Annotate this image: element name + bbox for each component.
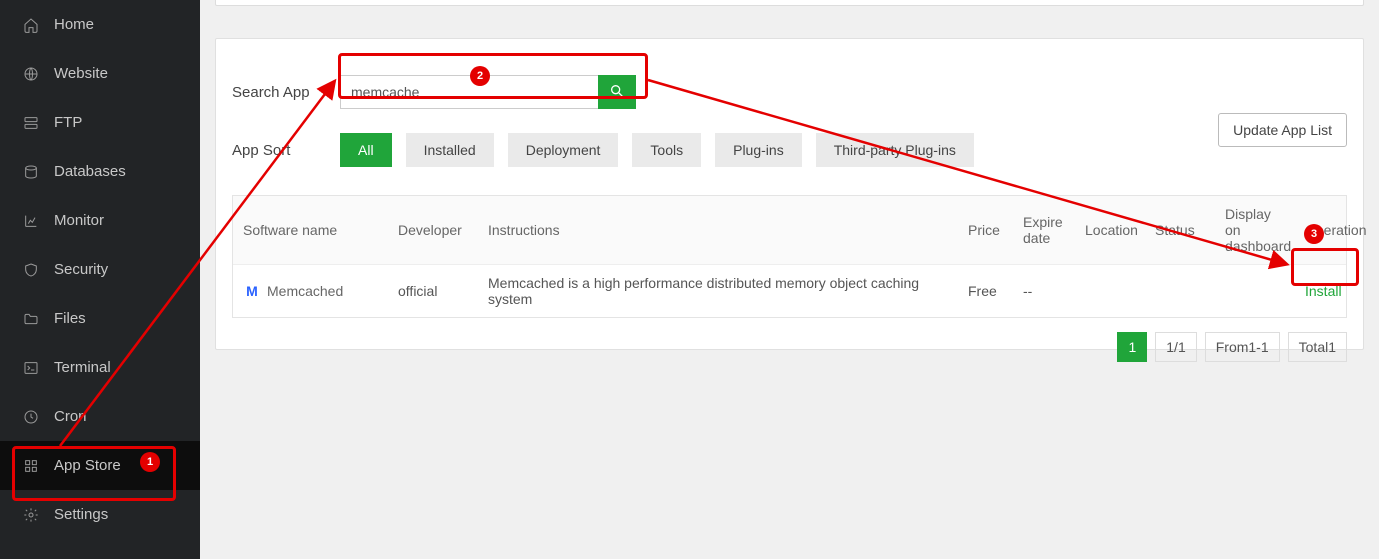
row-name-cell: M Memcached bbox=[233, 272, 388, 310]
install-link[interactable]: Install bbox=[1295, 273, 1363, 309]
th-op: Operation bbox=[1295, 212, 1363, 248]
search-input[interactable] bbox=[340, 75, 598, 109]
sidebar-item-databases[interactable]: Databases bbox=[0, 147, 200, 196]
row-dev: official bbox=[388, 273, 478, 309]
sidebar-item-label: Cron bbox=[54, 408, 87, 425]
sidebar-item-website[interactable]: Website bbox=[0, 49, 200, 98]
chart-icon bbox=[22, 212, 40, 230]
grid-icon bbox=[22, 457, 40, 475]
shield-icon bbox=[22, 261, 40, 279]
sidebar-item-monitor[interactable]: Monitor bbox=[0, 196, 200, 245]
app-icon: M bbox=[243, 282, 261, 300]
sort-btn-all[interactable]: All bbox=[340, 133, 392, 167]
th-status: Status bbox=[1145, 212, 1215, 248]
th-instr: Instructions bbox=[478, 212, 958, 248]
sidebar-item-label: Monitor bbox=[54, 212, 104, 229]
sort-btn-plugins[interactable]: Plug-ins bbox=[715, 133, 802, 167]
search-label: Search App bbox=[232, 84, 340, 101]
terminal-icon bbox=[22, 359, 40, 377]
search-button[interactable] bbox=[598, 75, 636, 109]
th-name: Software name bbox=[233, 212, 388, 248]
sidebar-item-label: Terminal bbox=[54, 359, 111, 376]
sidebar: Home Website FTP Databases Monitor Secur… bbox=[0, 0, 200, 559]
row-price: Free bbox=[958, 273, 1013, 309]
sidebar-item-label: Databases bbox=[54, 163, 126, 180]
row-dash bbox=[1215, 281, 1295, 301]
table-row: M Memcached official Memcached is a high… bbox=[233, 264, 1346, 317]
sort-row: App Sort All Installed Deployment Tools … bbox=[232, 133, 1347, 167]
page-current[interactable]: 1 bbox=[1117, 332, 1147, 362]
main-area: Search App App Sort All Installed Deploy… bbox=[200, 0, 1379, 559]
sidebar-item-security[interactable]: Security bbox=[0, 245, 200, 294]
row-name[interactable]: Memcached bbox=[267, 283, 343, 299]
row-instr: Memcached is a high performance distribu… bbox=[478, 265, 958, 317]
row-status bbox=[1145, 281, 1215, 301]
home-icon bbox=[22, 16, 40, 34]
sort-btn-thirdparty[interactable]: Third-party Plug-ins bbox=[816, 133, 974, 167]
panel: Search App App Sort All Installed Deploy… bbox=[215, 38, 1364, 350]
sort-btn-installed[interactable]: Installed bbox=[406, 133, 494, 167]
sort-label: App Sort bbox=[232, 142, 340, 159]
update-app-list-button[interactable]: Update App List bbox=[1218, 113, 1347, 147]
database-icon bbox=[22, 163, 40, 181]
sidebar-item-home[interactable]: Home bbox=[0, 0, 200, 49]
sidebar-item-label: App Store bbox=[54, 457, 121, 474]
th-dev: Developer bbox=[388, 212, 478, 248]
sidebar-item-label: Settings bbox=[54, 506, 108, 523]
app-table: Software name Developer Instructions Pri… bbox=[232, 195, 1347, 318]
sort-btn-deployment[interactable]: Deployment bbox=[508, 133, 619, 167]
sidebar-item-settings[interactable]: Settings bbox=[0, 490, 200, 539]
sidebar-item-files[interactable]: Files bbox=[0, 294, 200, 343]
sidebar-item-cron[interactable]: Cron bbox=[0, 392, 200, 441]
sidebar-item-label: Security bbox=[54, 261, 108, 278]
row-expire: -- bbox=[1013, 273, 1075, 309]
th-expire: Expire date bbox=[1013, 204, 1075, 256]
table-header: Software name Developer Instructions Pri… bbox=[233, 196, 1346, 264]
search-row: Search App bbox=[232, 75, 1347, 109]
row-loc bbox=[1075, 281, 1145, 301]
sidebar-item-label: Home bbox=[54, 16, 94, 33]
page-total: Total1 bbox=[1288, 332, 1347, 362]
th-loc: Location bbox=[1075, 212, 1145, 248]
th-dash: Display on dashboard bbox=[1215, 196, 1295, 264]
breadcrumb-card bbox=[215, 0, 1364, 6]
sidebar-item-label: Files bbox=[54, 310, 86, 327]
sort-btn-tools[interactable]: Tools bbox=[632, 133, 701, 167]
pager: 1 1/1 From1-1 Total1 bbox=[232, 332, 1347, 362]
clock-icon bbox=[22, 408, 40, 426]
sidebar-item-label: FTP bbox=[54, 114, 82, 131]
search-icon bbox=[609, 83, 625, 102]
folder-icon bbox=[22, 310, 40, 328]
sidebar-item-ftp[interactable]: FTP bbox=[0, 98, 200, 147]
server-icon bbox=[22, 114, 40, 132]
th-price: Price bbox=[958, 212, 1013, 248]
page-range: From1-1 bbox=[1205, 332, 1280, 362]
sidebar-item-label: Website bbox=[54, 65, 108, 82]
sidebar-item-appstore[interactable]: App Store bbox=[0, 441, 200, 490]
gear-icon bbox=[22, 506, 40, 524]
sidebar-item-terminal[interactable]: Terminal bbox=[0, 343, 200, 392]
page-total-pages: 1/1 bbox=[1155, 332, 1196, 362]
globe-icon bbox=[22, 65, 40, 83]
